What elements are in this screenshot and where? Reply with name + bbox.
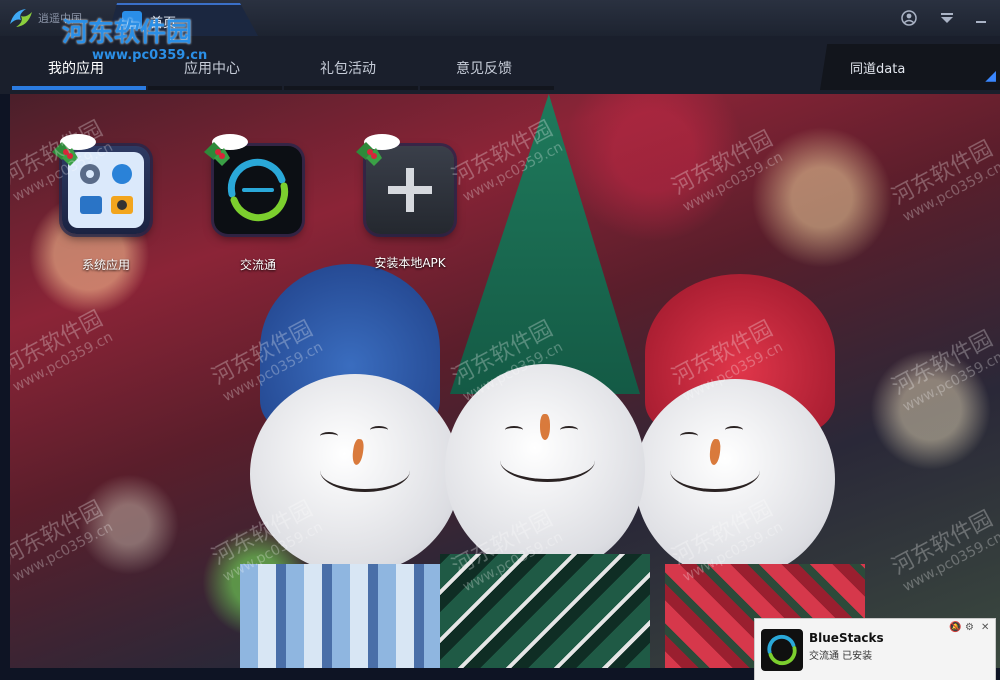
watermark-brand: 河东软件园 (10, 306, 107, 381)
desktop-wallpaper: 系统应用 交流通 安装本地APK 河东软件园 www.pc0359.cn 河东软… (10, 94, 1000, 668)
install-notification[interactable]: BlueStacks 交流通 已安装 🔕 ⚙ ✕ (754, 618, 996, 680)
sync-panel[interactable] (820, 44, 1000, 90)
snowman-middle-eye (505, 426, 523, 434)
snowman-left-eye (320, 432, 338, 440)
watermark-url: www.pc0359.cn (10, 329, 116, 396)
holly-decoration-icon (356, 134, 400, 166)
tab-gift-events-indicator (284, 86, 418, 90)
account-icon-glyph (901, 10, 917, 26)
holly-decoration-icon (204, 134, 248, 166)
menu-dropdown-icon[interactable] (938, 9, 956, 27)
app-logo-icon (10, 9, 32, 27)
watermark-url: www.pc0359.cn (10, 519, 116, 586)
snowman-right-eye (725, 426, 743, 434)
sync-label[interactable]: 同道data (850, 58, 905, 77)
dropdown-glyph (941, 13, 953, 23)
expand-arrow-icon[interactable]: ◢ (985, 68, 996, 84)
brand-watermark: 河东软件园 (62, 18, 193, 48)
watermark: 河东软件园 www.pc0359.cn (10, 491, 116, 585)
system-apps-label[interactable]: 系统应用 (36, 256, 176, 273)
green-hat (450, 94, 640, 394)
minimize-button[interactable] (972, 9, 990, 27)
watermark-brand: 河东软件园 (888, 136, 997, 211)
notification-title: BlueStacks (809, 631, 884, 645)
watermark-url: www.pc0359.cn (900, 529, 1000, 596)
close-icon[interactable]: ✕ (981, 622, 989, 633)
jiaoliutong-icon (767, 634, 797, 666)
snowman-middle (430, 94, 660, 668)
tab-my-apps-indicator (12, 86, 146, 90)
tab-gift-events[interactable]: 礼包活动 (320, 58, 376, 78)
watermark-brand: 河东软件园 (888, 326, 997, 401)
brand-watermark-url: www.pc0359.cn (92, 48, 208, 63)
snowman-middle-smile (500, 439, 595, 482)
watermark-brand: 河东软件园 (668, 126, 777, 201)
tab-feedback[interactable]: 意见反馈 (456, 58, 512, 78)
snowman-right-smile (670, 449, 760, 492)
tab-feedback-indicator (420, 86, 554, 90)
watermark: 河东软件园 www.pc0359.cn (885, 501, 1000, 595)
app-window: 逍遥中国 首页 我的应用 应用中心 礼包活动 意见反馈 同道data ◢ 系统应… (0, 0, 1000, 680)
mute-icon[interactable]: 🔕 (949, 622, 961, 633)
minimize-icon (976, 21, 986, 23)
snowman-left-eye (370, 426, 388, 434)
settings-gear-icon[interactable]: ⚙ (965, 622, 974, 633)
watermark-brand: 河东软件园 (10, 496, 107, 571)
watermark-brand: 河东软件园 (888, 506, 997, 581)
snowman-middle-eye (560, 426, 578, 434)
install-apk-label[interactable]: 安装本地APK (340, 254, 480, 271)
watermark-url: www.pc0359.cn (900, 159, 1000, 226)
tab-app-center-indicator (148, 86, 282, 90)
snowman-middle-scarf (440, 554, 650, 668)
account-icon[interactable] (900, 9, 918, 27)
snowman-left-smile (320, 449, 410, 492)
watermark: 河东软件园 www.pc0359.cn (10, 301, 116, 395)
snowman-left-scarf (240, 564, 460, 668)
notification-message: 交流通 已安装 (809, 651, 873, 662)
watermark-url: www.pc0359.cn (680, 149, 786, 216)
holly-decoration-icon (52, 134, 96, 166)
snowman-middle-nose (540, 414, 550, 440)
jiaoliutong-notification-icon (761, 629, 803, 671)
watermark-url: www.pc0359.cn (900, 349, 1000, 416)
watermark: 河东软件园 www.pc0359.cn (885, 321, 1000, 415)
watermark: 河东软件园 www.pc0359.cn (665, 121, 786, 216)
snowman-left (240, 264, 460, 668)
watermark: 河东软件园 www.pc0359.cn (885, 131, 1000, 225)
jiaoliutong-label[interactable]: 交流通 (188, 256, 328, 273)
snowman-right-eye (680, 432, 698, 440)
